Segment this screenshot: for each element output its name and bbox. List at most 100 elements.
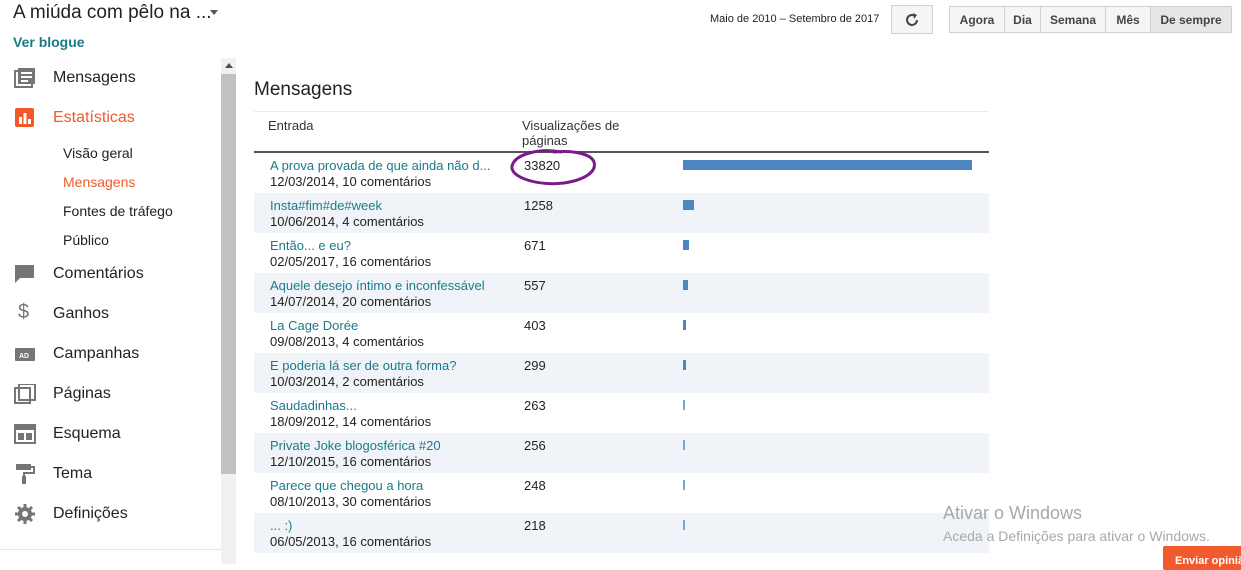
post-meta: 10/06/2014, 4 comentários [270,214,424,229]
pageviews-value: 1258 [524,198,553,213]
layout-icon [14,424,36,444]
column-header-entry[interactable]: Entrada [268,118,314,133]
post-title-link[interactable]: Parece que chegou a hora [270,478,423,493]
gear-icon [15,504,35,524]
post-meta: 12/10/2015, 16 comentários [270,454,432,469]
svg-text:AD: AD [19,353,29,360]
paint-roller-icon [16,464,35,484]
range-week-button[interactable]: Semana [1040,6,1106,33]
sidebar-item-label: Ganhos [53,305,110,322]
subnav-overview[interactable]: Visão geral [63,145,133,161]
sidebar-item-campaigns[interactable]: AD Campanhas [0,336,221,372]
subnav-audience[interactable]: Público [63,232,109,248]
table-row[interactable]: E poderia lá ser de outra forma? 10/03/20… [254,353,989,393]
pageviews-bar [683,520,685,530]
sidebar-item-comments[interactable]: Comentários [0,256,221,292]
sidebar-item-posts[interactable]: Mensagens [0,60,221,96]
post-meta: 08/10/2013, 30 comentários [270,494,432,509]
table-row[interactable]: Insta#fim#de#week 10/06/2014, 4 comentári… [254,193,989,233]
posts-icon [14,68,35,88]
pageviews-value: 263 [524,398,546,413]
refresh-button[interactable] [891,5,933,34]
dollar-icon: $ [18,301,30,323]
post-title-link[interactable]: Private Joke blogosférica #20 [270,438,441,453]
sidebar-item-theme[interactable]: Tema [0,456,221,492]
sidebar-item-label: Mensagens [53,69,136,86]
pageviews-bar [683,320,686,330]
pageviews-bar [683,200,694,210]
send-feedback-button[interactable]: Enviar opinião [1163,546,1241,570]
stats-icon [15,108,34,127]
view-blog-link[interactable]: Ver blogue [13,34,85,50]
windows-watermark-subtitle: Aceda a Definições para ativar o Windows… [943,528,1210,544]
blog-dropdown-caret-icon[interactable] [210,10,218,15]
post-title-link[interactable]: Aquele desejo íntimo e inconfessável [270,278,485,293]
pageviews-value: 248 [524,478,546,493]
post-title-link[interactable]: ... :) [270,518,292,533]
table-row[interactable]: Aquele desejo íntimo e inconfessável 14/0… [254,273,989,313]
post-meta: 14/07/2014, 20 comentários [270,294,432,309]
post-title-link[interactable]: Saudadinhas... [270,398,357,413]
pageviews-bar [683,280,688,290]
sidebar-item-earnings[interactable]: $ Ganhos [0,296,221,332]
range-now-button[interactable]: Agora [949,6,1005,33]
post-title-link[interactable]: Então... e eu? [270,238,351,253]
ad-icon: AD [15,348,35,361]
sidebar-item-label: Definições [53,505,128,522]
pageviews-bar [683,160,972,170]
pageviews-bar [683,440,685,450]
sidebar-item-label: Tema [53,465,93,482]
table-row[interactable]: ... :) 06/05/2013, 16 comentários 218 [254,513,989,553]
pages-icon [14,384,36,404]
date-range: Maio de 2010 – Setembro de 2017 [710,13,880,25]
sidebar-item-layout[interactable]: Esquema [0,416,221,452]
subnav-traffic-sources[interactable]: Fontes de tráfego [63,203,173,219]
divider [254,111,989,112]
pageviews-bar [683,400,685,410]
blog-title[interactable]: A miúda com pêlo na ... [13,2,212,24]
post-meta: 02/05/2017, 16 comentários [270,254,432,269]
table-row[interactable]: Saudadinhas... 18/09/2012, 14 comentários… [254,393,989,433]
table-row[interactable]: Então... e eu? 02/05/2017, 16 comentários… [254,233,989,273]
table-row[interactable]: La Cage Dorée 09/08/2013, 4 comentários 40… [254,313,989,353]
page-title: Mensagens [254,79,353,100]
pageviews-value: 557 [524,278,546,293]
pageviews-bar [683,360,686,370]
sidebar-item-label: Páginas [53,385,111,402]
sidebar-item-pages[interactable]: Páginas [0,376,221,412]
refresh-icon [906,12,918,26]
pageviews-value: 218 [524,518,546,533]
range-all-time-button[interactable]: De sempre [1150,6,1232,33]
pageviews-bar [683,480,685,490]
sidebar-item-label: Esquema [53,425,121,442]
sidebar-item-settings[interactable]: Definições [0,496,221,532]
post-title-link[interactable]: La Cage Dorée [270,318,358,333]
table-row[interactable]: A prova provada de que ainda não d... 12/… [254,153,989,193]
pageviews-value: 403 [524,318,546,333]
post-meta: 10/03/2014, 2 comentários [270,374,424,389]
post-meta: 06/05/2013, 16 comentários [270,534,432,549]
sidebar-item-label: Comentários [53,265,144,282]
pageviews-value: 256 [524,438,546,453]
subnav-posts[interactable]: Mensagens [63,174,135,190]
range-month-button[interactable]: Mês [1105,6,1151,33]
sidebar-item-label: Estatísticas [53,109,135,126]
scrollbar-thumb[interactable] [221,74,236,474]
post-meta: 18/09/2012, 14 comentários [270,414,432,429]
range-day-button[interactable]: Dia [1004,6,1041,33]
scroll-up-arrow-icon[interactable] [221,58,236,74]
comments-icon [15,265,34,283]
post-title-link[interactable]: E poderia lá ser de outra forma? [270,358,456,373]
column-header-pageviews[interactable]: Visualizações de páginas [522,118,632,148]
sidebar-item-label: Campanhas [53,345,140,362]
table-row[interactable]: Private Joke blogosférica #20 12/10/2015,… [254,433,989,473]
post-meta: 09/08/2013, 4 comentários [270,334,424,349]
pageviews-bar [683,240,689,250]
pageviews-value: 671 [524,238,546,253]
post-title-link[interactable]: A prova provada de que ainda não d... [270,158,490,173]
pageviews-value: 299 [524,358,546,373]
sidebar-item-stats[interactable]: Estatísticas [0,100,221,136]
windows-watermark-title: Ativar o Windows [943,503,1083,523]
post-title-link[interactable]: Insta#fim#de#week [270,198,382,213]
table-row[interactable]: Parece que chegou a hora 08/10/2013, 30 c… [254,473,989,513]
